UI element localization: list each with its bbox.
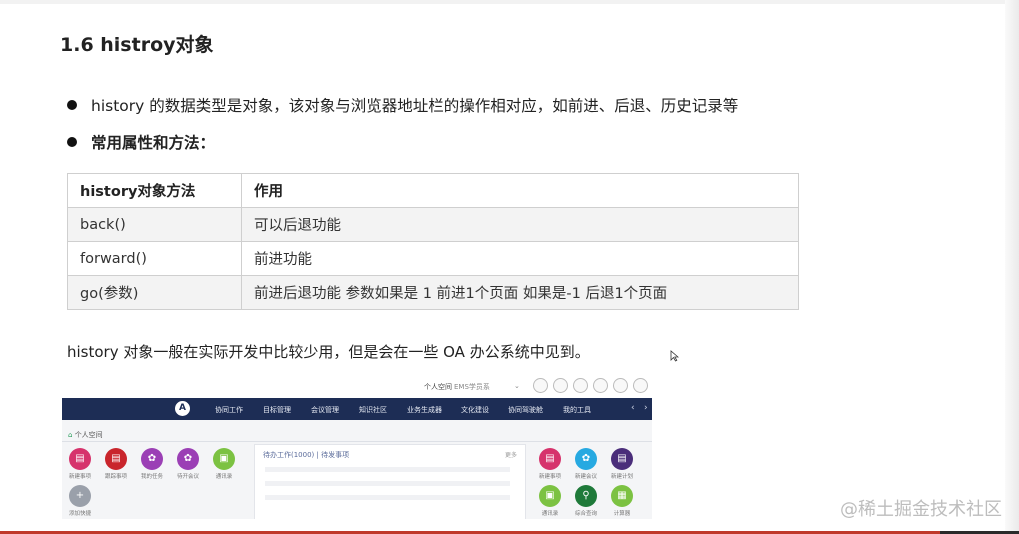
shortcut-label: 通讯录 xyxy=(541,511,559,517)
toolbar-circle-icon[interactable] xyxy=(533,378,548,393)
add-icon[interactable]: + xyxy=(69,485,91,507)
calculator-icon[interactable]: ▦ xyxy=(611,485,633,507)
section-heading: 1.6 histroy对象 xyxy=(60,34,214,56)
bullet-item-1: history 的数据类型是对象，该对象与浏览器地址栏的操作相对应，如前进、后退… xyxy=(67,94,738,116)
list-item xyxy=(265,467,510,472)
shortcut-label: 新建事项 xyxy=(68,474,91,480)
top-border xyxy=(0,0,1019,4)
list-item xyxy=(265,481,510,486)
table-cell-purpose: 可以后退功能 xyxy=(241,207,799,242)
search-icon[interactable]: ⚲ xyxy=(575,485,597,507)
bullet-dot-icon xyxy=(67,100,77,110)
track-item-icon[interactable]: ▤ xyxy=(105,448,127,470)
toolbar-circle-icon[interactable] xyxy=(573,378,588,393)
oa-todo-panel: 待办工作(1000) | 待发事项 更多 xyxy=(254,444,526,519)
history-methods-table: history对象方法 作用 back() 可以后退功能 forward() 前… xyxy=(67,173,799,310)
shortcut-label: 添加快捷 xyxy=(68,511,91,517)
list-item xyxy=(265,495,510,500)
shortcut-label: 新建计划 xyxy=(610,474,633,480)
divider xyxy=(62,441,652,442)
table-row: back() 可以后退功能 xyxy=(67,207,799,242)
oa-breadcrumb: ⌂ 个人空间 xyxy=(68,430,103,440)
oa-nav-item[interactable]: 我的工具 xyxy=(563,405,591,415)
oa-link-personal-space[interactable]: 个人空间 xyxy=(424,382,452,392)
oa-nav-item[interactable]: 知识社区 xyxy=(359,405,387,415)
oa-nav-item[interactable]: 业务生成器 xyxy=(407,405,442,415)
table-header-purpose: 作用 xyxy=(241,173,799,208)
toolbar-circle-icon[interactable] xyxy=(633,378,648,393)
contacts-icon[interactable]: ▣ xyxy=(213,448,235,470)
right-edge-shade xyxy=(1005,0,1019,534)
oa-top-bar: 个人空间 EMS学员系 ⌄ xyxy=(62,374,652,398)
table-row: go(参数) 前进后退功能 参数如果是 1 前进1个页面 如果是-1 后退1个页… xyxy=(67,275,799,310)
table-cell-method: forward() xyxy=(67,241,242,276)
home-icon: ⌂ xyxy=(68,431,73,439)
oa-toolbar-icons xyxy=(533,378,648,393)
bullet-text-2: 常用属性和方法： xyxy=(91,134,216,152)
shortcut-label: 跟踪事项 xyxy=(104,474,127,480)
shortcut-label: 综合查询 xyxy=(574,511,597,517)
table-row: forward() 前进功能 xyxy=(67,241,799,276)
shortcut-label: 新建会议 xyxy=(574,474,597,480)
bullet-dot-icon xyxy=(67,137,77,147)
table-cell-purpose: 前进功能 xyxy=(241,241,799,276)
oa-logo: A xyxy=(175,401,190,416)
oa-system-screenshot: 个人空间 EMS学员系 ⌄ A 协同工作 目标管理 会议管理 知识社区 业务生成… xyxy=(62,374,652,519)
table-header-method: history对象方法 xyxy=(67,173,242,208)
toolbar-circle-icon[interactable] xyxy=(593,378,608,393)
watermark: @稀土掘金技术社区 xyxy=(840,499,1002,520)
table-header-row: history对象方法 作用 xyxy=(67,173,799,208)
table-cell-purpose: 前进后退功能 参数如果是 1 前进1个页面 如果是-1 后退1个页面 xyxy=(241,275,799,310)
oa-link-ems[interactable]: EMS学员系 xyxy=(454,382,490,392)
shortcut-label: 通讯录 xyxy=(215,474,233,480)
shortcut-label: 我的任务 xyxy=(140,474,163,480)
oa-crumb-label: 个人空间 xyxy=(74,431,103,439)
table-cell-method: go(参数) xyxy=(67,275,242,310)
oa-description-paragraph: history 对象一般在实际开发中比较少用，但是会在一些 OA 办公系统中见到… xyxy=(67,343,590,361)
oa-nav-item[interactable]: 协同工作 xyxy=(215,405,243,415)
oa-panel-more-link[interactable]: 更多 xyxy=(505,450,517,459)
oa-nav-item[interactable]: 会议管理 xyxy=(311,405,339,415)
new-meeting-icon[interactable]: ✿ xyxy=(575,448,597,470)
shortcut-label: 待开会议 xyxy=(176,474,199,480)
bullet-text-1: history 的数据类型是对象，该对象与浏览器地址栏的操作相对应，如前进、后退… xyxy=(91,97,739,115)
toolbar-circle-icon[interactable] xyxy=(613,378,628,393)
new-item-icon[interactable]: ▤ xyxy=(69,448,91,470)
shortcut-label: 计算器 xyxy=(613,511,631,517)
mouse-pointer-icon xyxy=(670,350,679,362)
new-plan-icon[interactable]: ▤ xyxy=(611,448,633,470)
chevron-right-icon[interactable]: › xyxy=(644,403,648,413)
my-task-icon[interactable]: ✿ xyxy=(141,448,163,470)
oa-nav-item[interactable]: 目标管理 xyxy=(263,405,291,415)
toolbar-circle-icon[interactable] xyxy=(553,378,568,393)
oa-nav-item[interactable]: 文化建设 xyxy=(461,405,489,415)
chevron-down-icon[interactable]: ⌄ xyxy=(514,382,520,390)
meeting-icon[interactable]: ✿ xyxy=(177,448,199,470)
oa-panel-tabs[interactable]: 待办工作(1000) | 待发事项 xyxy=(263,450,349,460)
oa-nav-item[interactable]: 协同驾驶舱 xyxy=(508,405,543,415)
bullet-item-2: 常用属性和方法： xyxy=(67,131,215,153)
contacts-icon[interactable]: ▣ xyxy=(539,485,561,507)
oa-nav-bar: A 协同工作 目标管理 会议管理 知识社区 业务生成器 文化建设 协同驾驶舱 我… xyxy=(62,398,652,420)
table-cell-method: back() xyxy=(67,207,242,242)
new-item-icon[interactable]: ▤ xyxy=(539,448,561,470)
shortcut-label: 新建事项 xyxy=(538,474,561,480)
chevron-left-icon[interactable]: ‹ xyxy=(631,403,635,413)
